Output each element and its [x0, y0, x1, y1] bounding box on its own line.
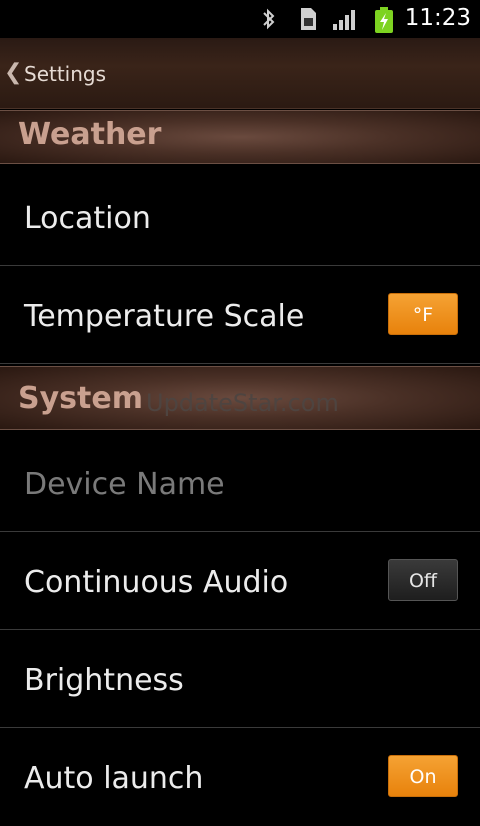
setting-label: Brightness	[24, 663, 184, 698]
setting-label: Device Name	[24, 467, 225, 502]
continuous-audio-toggle[interactable]: Off	[388, 559, 458, 601]
section-title: System	[18, 381, 143, 416]
signal-icon	[332, 6, 360, 36]
status-bar: 11:23	[0, 0, 480, 38]
back-chevron-icon[interactable]: ❮	[4, 60, 22, 85]
watermark-text: UpdateStar.com	[146, 389, 339, 417]
auto-launch-toggle[interactable]: On	[388, 755, 458, 797]
setting-label: Continuous Audio	[24, 565, 289, 600]
clock: 11:23	[404, 5, 471, 31]
section-header-weather: Weather	[0, 110, 480, 164]
setting-row-continuous-audio[interactable]: Continuous Audio Off	[0, 532, 480, 630]
temperature-scale-toggle[interactable]: °F	[388, 293, 458, 335]
setting-label: Temperature Scale	[24, 299, 305, 334]
setting-row-location[interactable]: Location	[0, 168, 480, 266]
battery-charging-icon	[373, 6, 395, 38]
sim-card-icon	[298, 6, 318, 36]
setting-label: Location	[24, 201, 151, 236]
bluetooth-icon	[261, 6, 277, 36]
setting-label: Auto launch	[24, 761, 204, 796]
setting-row-device-name[interactable]: Device Name	[0, 434, 480, 532]
setting-row-brightness[interactable]: Brightness	[0, 630, 480, 728]
back-button[interactable]: Settings	[24, 62, 106, 86]
title-bar: ❮ Settings	[0, 38, 480, 109]
setting-row-auto-launch[interactable]: Auto launch On	[0, 728, 480, 826]
section-header-system: System UpdateStar.com	[0, 366, 480, 430]
section-title: Weather	[18, 117, 162, 152]
setting-row-temperature-scale[interactable]: Temperature Scale °F	[0, 266, 480, 364]
